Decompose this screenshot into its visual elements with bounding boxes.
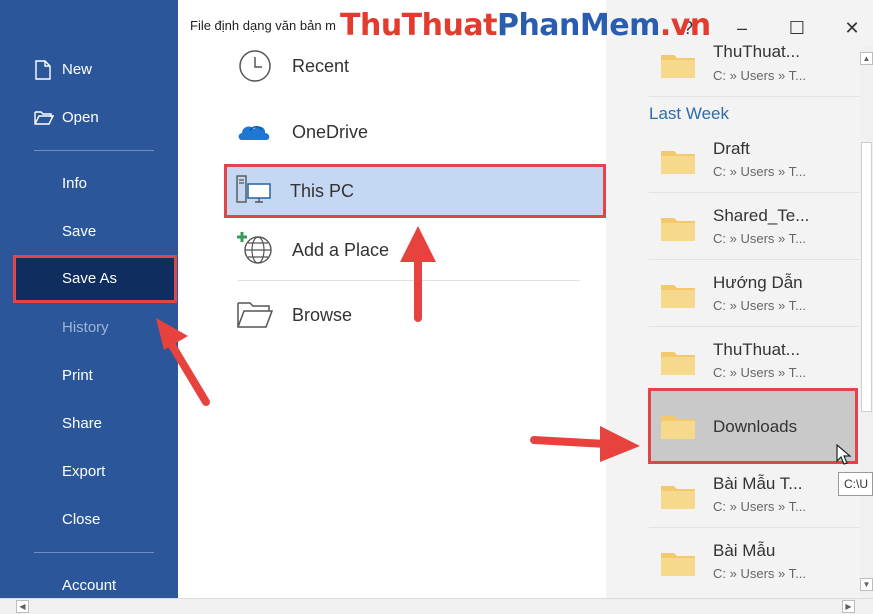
horizontal-scrollbar[interactable]: ◀ ▶ xyxy=(0,598,873,614)
nav-save-as-label: Save As xyxy=(62,270,118,287)
annotation-arrow-icon xyxy=(530,426,640,462)
nav-account-label: Account xyxy=(62,577,117,594)
folder-icon xyxy=(661,285,695,308)
minimize-button[interactable]: – xyxy=(728,14,756,42)
nav-print-label: Print xyxy=(62,367,93,384)
folder-item[interactable]: Shared_Te... C: » Users » T... xyxy=(649,193,859,260)
vertical-scrollbar[interactable]: ▲ ▼ xyxy=(860,46,873,600)
location-onedrive-label: OneDrive xyxy=(292,122,369,142)
folder-icon xyxy=(661,553,695,576)
folder-item[interactable]: Bài Mẫu T... C: » Users » T... xyxy=(649,461,859,528)
scroll-thumb[interactable] xyxy=(861,142,872,412)
watermark-part: ThuThuat xyxy=(340,8,497,43)
folder-path: C: » Users » T... xyxy=(713,298,806,313)
clock-icon xyxy=(239,50,271,82)
watermark-part: PhanMem xyxy=(496,8,660,43)
scroll-up-icon[interactable]: ▲ xyxy=(860,52,873,65)
nav-info-label: Info xyxy=(62,175,88,192)
nav-close-label: Close xyxy=(62,511,101,528)
folder-path: C: » Users » T... xyxy=(713,499,806,514)
scroll-down-icon[interactable]: ▼ xyxy=(860,578,873,591)
mouse-cursor-icon xyxy=(836,444,852,465)
nav-divider xyxy=(34,150,154,151)
folder-path: C: » Users » T... xyxy=(713,566,806,581)
folder-icon xyxy=(661,151,695,174)
folder-name: Draft xyxy=(713,139,750,158)
annotation-arrow-icon xyxy=(400,226,436,322)
folder-name: Shared_Te... xyxy=(713,206,810,225)
nav-share-label: Share xyxy=(62,415,103,432)
nav-save-label: Save xyxy=(62,223,97,240)
folder-name: Bài Mẫu T... xyxy=(713,474,803,493)
onedrive-cloud-icon xyxy=(238,126,270,140)
new-document-icon xyxy=(35,60,51,80)
folder-name: ThuThuat... xyxy=(713,340,800,359)
folder-name: Bài Mẫu xyxy=(713,541,776,560)
nav-export[interactable]: Export xyxy=(14,450,176,494)
folder-path: C: » Users » T... xyxy=(713,231,806,246)
open-folder-icon xyxy=(34,111,54,125)
folder-path: C: » Users » T... xyxy=(713,164,806,179)
nav-export-label: Export xyxy=(62,463,106,480)
scroll-left-icon[interactable]: ◀ xyxy=(16,600,29,613)
nav-info[interactable]: Info xyxy=(14,162,176,206)
folder-icon xyxy=(661,55,695,78)
nav-open[interactable]: Open xyxy=(14,96,176,140)
add-globe-icon xyxy=(237,232,272,264)
folder-name: Downloads xyxy=(713,417,798,436)
folder-item-downloads[interactable]: Downloads xyxy=(648,388,858,464)
location-onedrive[interactable]: OneDrive xyxy=(226,106,604,158)
section-last-week: Last Week xyxy=(649,104,730,123)
location-recent-label: Recent xyxy=(292,56,350,76)
location-this-pc[interactable]: This PC xyxy=(224,164,606,218)
nav-new[interactable]: New xyxy=(14,48,176,92)
scroll-right-icon[interactable]: ▶ xyxy=(842,600,855,613)
location-add-place-label: Add a Place xyxy=(292,240,390,260)
folder-icon xyxy=(661,352,695,375)
folder-name: Hướng Dẫn xyxy=(713,273,803,292)
nav-new-label: New xyxy=(62,61,93,78)
folder-item[interactable]: Bài Mẫu C: » Users » T... xyxy=(649,528,859,594)
nav-open-label: Open xyxy=(62,109,99,126)
folder-icon xyxy=(661,416,695,439)
computer-icon xyxy=(236,175,271,203)
location-this-pc-label: This PC xyxy=(290,181,355,201)
location-browse-label: Browse xyxy=(292,305,353,325)
folder-path: C: » Users » T... xyxy=(713,365,806,380)
nav-save[interactable]: Save xyxy=(14,210,176,254)
nav-history-label: History xyxy=(62,319,109,336)
folder-open-icon xyxy=(237,302,274,328)
watermark-logo: ThuThuatPhanMem.vn xyxy=(340,8,711,43)
nav-save-as[interactable]: Save As xyxy=(13,255,177,303)
save-locations-panel: File định dạng văn bản m Recent OneDrive… xyxy=(178,0,606,600)
folder-item[interactable]: Hướng Dẫn C: » Users » T... xyxy=(649,260,859,327)
document-title: File định dạng văn bản m xyxy=(190,18,336,33)
folder-icon xyxy=(661,486,695,509)
path-tooltip: C:\U xyxy=(838,472,873,496)
nav-close[interactable]: Close xyxy=(14,498,176,542)
folder-icon xyxy=(661,218,695,241)
watermark-part: .vn xyxy=(659,8,711,43)
close-window-button[interactable]: ✕ xyxy=(838,14,866,42)
nav-divider xyxy=(34,552,154,553)
folder-path: C: » Users » T... xyxy=(713,68,806,83)
folder-item[interactable]: ThuThuat... C: » Users » T... xyxy=(649,327,859,394)
folder-item[interactable]: Draft C: » Users » T... xyxy=(649,126,859,193)
maximize-button[interactable]: ☐ xyxy=(783,14,811,42)
backstage-nav: New Open Info Save Save As History Print… xyxy=(0,0,178,600)
folder-name: ThuThuat... xyxy=(713,42,800,61)
annotation-arrow-icon xyxy=(156,318,210,406)
recent-folders-panel: ThuThuat... C: » Users » T... Last Week … xyxy=(606,0,873,600)
location-recent[interactable]: Recent xyxy=(226,40,604,92)
